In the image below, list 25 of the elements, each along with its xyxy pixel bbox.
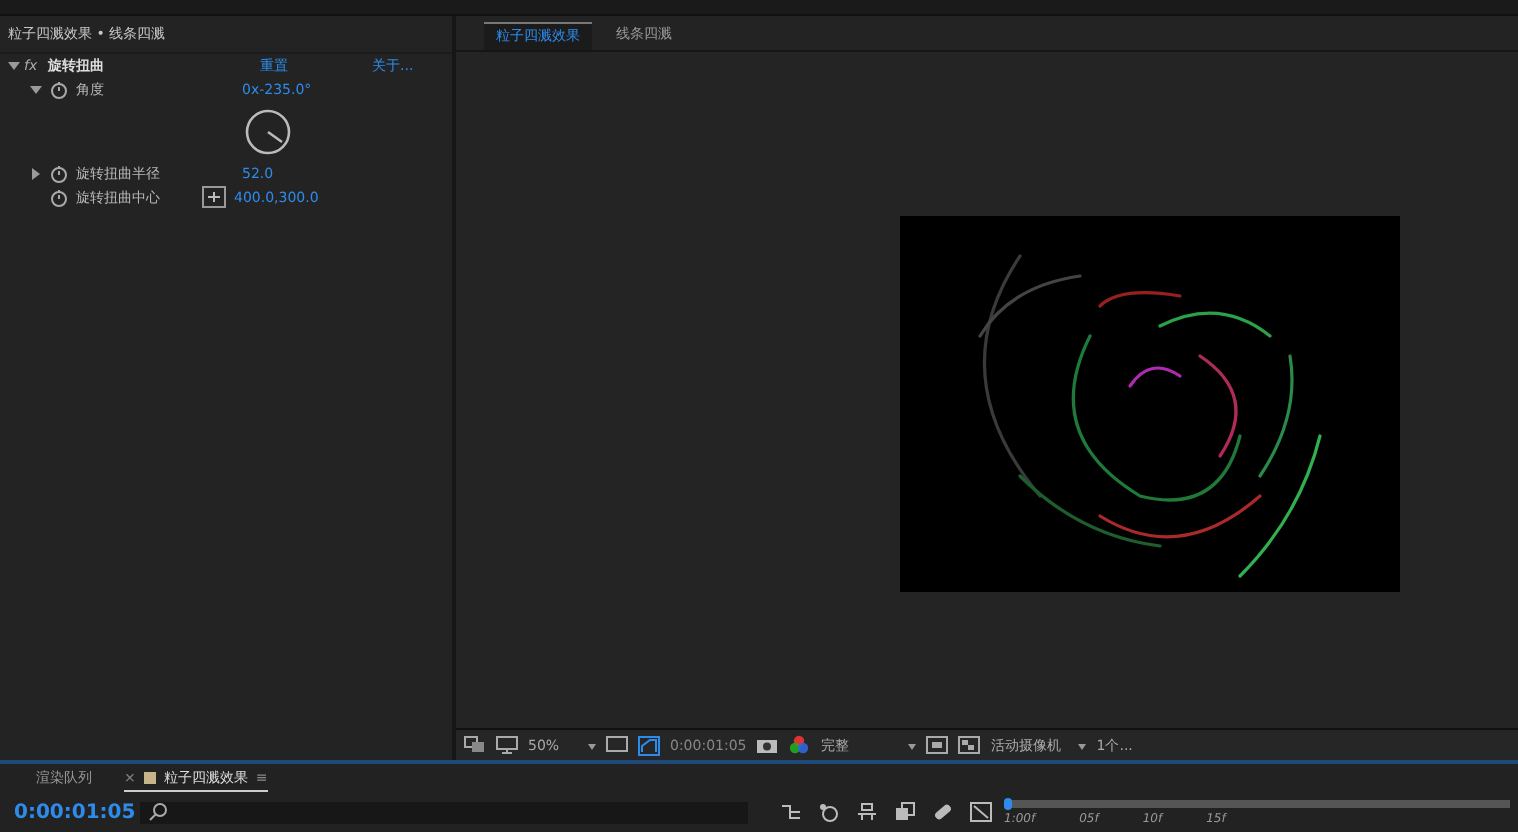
expand-arrow-icon[interactable] xyxy=(8,59,24,72)
composition-color-icon xyxy=(143,771,156,783)
motion-blur-icon[interactable] xyxy=(894,802,916,822)
region-icon[interactable] xyxy=(926,736,949,754)
graph-editor-icon[interactable] xyxy=(970,802,992,822)
camera-icon[interactable] xyxy=(756,736,779,754)
crosshair-icon[interactable] xyxy=(202,186,226,209)
search-field[interactable] xyxy=(140,801,748,823)
search-icon xyxy=(148,802,168,822)
flowchart-icon[interactable] xyxy=(780,802,802,822)
monitor-icon[interactable] xyxy=(496,736,518,754)
checkerboard-icon[interactable] xyxy=(958,736,981,754)
frame-blend-icon[interactable] xyxy=(856,802,878,822)
stopwatch-icon[interactable] xyxy=(50,79,68,100)
link-icon[interactable] xyxy=(932,802,954,822)
angle-dial-icon[interactable] xyxy=(244,107,292,156)
shy-icon[interactable] xyxy=(818,802,840,822)
expand-arrow-icon[interactable] xyxy=(30,83,42,96)
expand-arrow-icon[interactable] xyxy=(30,167,42,180)
stopwatch-icon[interactable] xyxy=(50,187,68,208)
color-wheel-icon[interactable] xyxy=(788,734,811,756)
mask-icon[interactable] xyxy=(638,735,660,755)
stopwatch-icon[interactable] xyxy=(50,163,68,184)
grid-icon[interactable] xyxy=(606,736,628,754)
layers-icon[interactable] xyxy=(464,736,486,754)
